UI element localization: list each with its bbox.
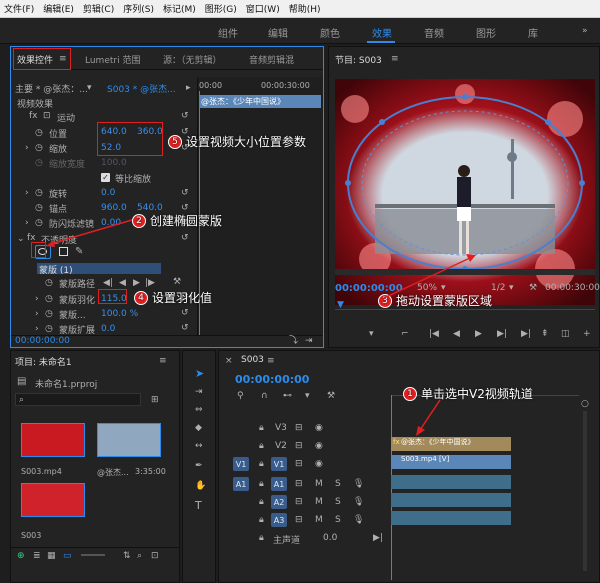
arrow-head-1	[416, 426, 425, 436]
arrow-line-2	[49, 219, 133, 245]
arrow-line-3	[383, 257, 471, 299]
arrow-line-1	[419, 399, 441, 431]
annotation-arrows	[46, 219, 476, 436]
arrow-head-2	[46, 240, 55, 247]
arrow-head-3	[466, 254, 476, 262]
